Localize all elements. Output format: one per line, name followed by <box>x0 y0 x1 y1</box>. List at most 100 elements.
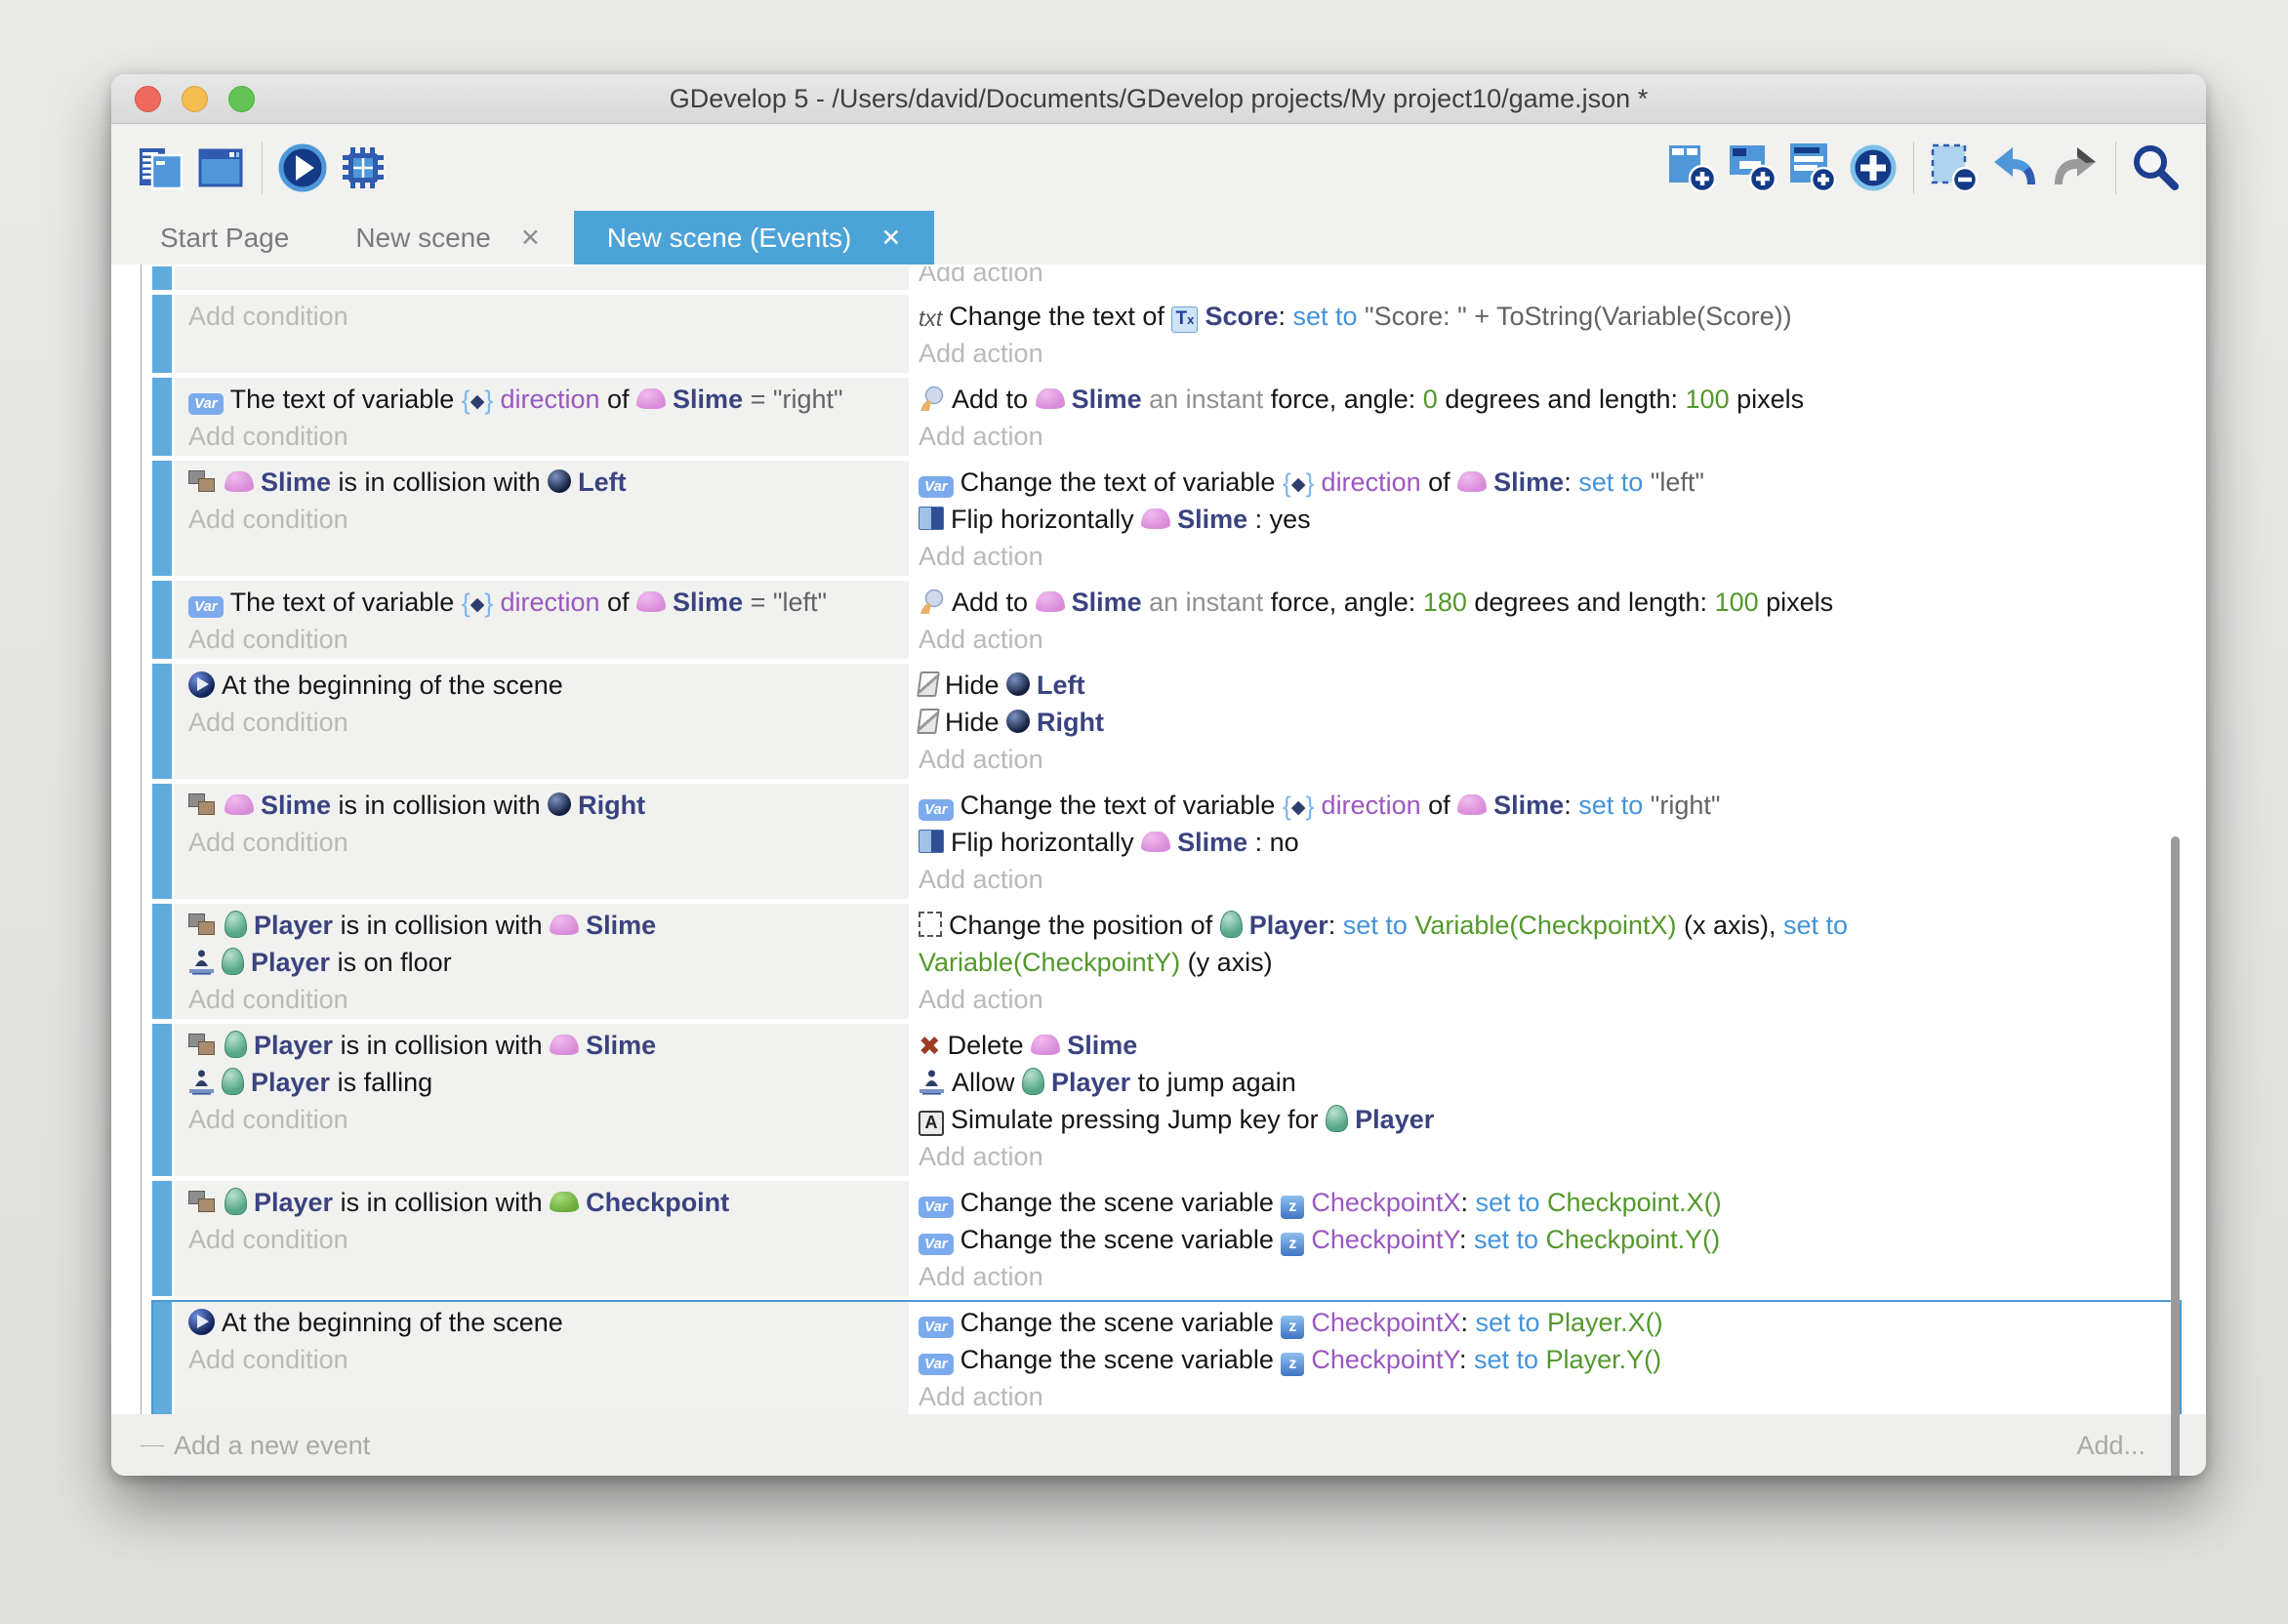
action-line[interactable]: VarChange the scene variable zCheckpoint… <box>919 1341 2173 1378</box>
event-row[interactable]: Slime is in collision with RightAdd cond… <box>152 784 2181 899</box>
add-condition-button[interactable]: Add condition <box>188 1221 903 1258</box>
add-condition-button[interactable]: Add condition <box>188 981 903 1018</box>
actions-cell[interactable]: VarChange the text of variable {◆}direct… <box>909 461 2181 576</box>
add-condition-button[interactable]: Add condition <box>188 1341 903 1378</box>
actions-cell[interactable]: Add to Slime an instant force, angle: 0 … <box>909 378 2181 456</box>
action-line[interactable]: ✖Delete Slime <box>919 1027 2173 1064</box>
add-action-button[interactable]: Add action <box>919 418 2173 455</box>
add-condition-button[interactable]: Add condition <box>188 501 903 538</box>
scene-editor-icon[interactable] <box>191 138 252 198</box>
event-row[interactable]: Player is in collision with SlimePlayer … <box>152 904 2181 1019</box>
condition-line[interactable]: Player is on floor <box>188 944 903 981</box>
project-manager-icon[interactable] <box>131 138 191 198</box>
add-action-button[interactable]: Add action <box>919 538 2173 575</box>
actions-cell[interactable]: Add to Slime an instant force, angle: 18… <box>909 581 2181 659</box>
actions-cell[interactable]: Change the position of Player: set to Va… <box>909 904 2181 1019</box>
condition-line[interactable]: Player is in collision with Slime <box>188 907 903 944</box>
event-selection-bar[interactable] <box>152 581 172 659</box>
event-row[interactable]: At the beginning of the sceneAdd conditi… <box>152 1301 2181 1414</box>
play-icon[interactable] <box>272 138 333 198</box>
add-condition-button[interactable]: Add condition <box>188 298 903 335</box>
add-circle-icon[interactable] <box>1843 138 1903 198</box>
event-row[interactable]: VarThe text of variable {◆}direction of … <box>152 378 2181 456</box>
tab-close-icon[interactable]: ✕ <box>880 223 901 253</box>
action-line[interactable]: Allow Player to jump again <box>919 1064 2173 1101</box>
vertical-scrollbar[interactable] <box>2171 836 2180 1476</box>
condition-line[interactable]: VarThe text of variable {◆}direction of … <box>188 381 903 418</box>
undo-icon[interactable] <box>1984 138 2045 198</box>
add-action-button[interactable]: Add action <box>919 741 2173 778</box>
close-button[interactable] <box>135 86 161 112</box>
action-line[interactable]: VarChange the text of variable {◆}direct… <box>919 464 2173 501</box>
conditions-cell[interactable]: Player is in collision with CheckpointAd… <box>175 1181 909 1296</box>
search-icon[interactable] <box>2126 138 2186 198</box>
conditions-cell[interactable] <box>175 266 909 290</box>
event-selection-bar[interactable] <box>152 295 172 373</box>
conditions-cell[interactable]: Add condition <box>175 295 909 373</box>
add-action-button[interactable]: Add action <box>919 861 2173 898</box>
event-row[interactable]: Player is in collision with CheckpointAd… <box>152 1181 2181 1296</box>
event-selection-bar[interactable] <box>152 784 172 899</box>
action-line[interactable]: VarChange the scene variable zCheckpoint… <box>919 1221 2173 1258</box>
add-event-icon[interactable] <box>1661 138 1722 198</box>
condition-line[interactable]: At the beginning of the scene <box>188 1304 903 1341</box>
event-selection-bar[interactable] <box>152 461 172 576</box>
debug-icon[interactable] <box>333 138 393 198</box>
event-selection-bar[interactable] <box>152 378 172 456</box>
conditions-cell[interactable]: Player is in collision with SlimePlayer … <box>175 1024 909 1176</box>
add-subevent-icon[interactable] <box>1722 138 1782 198</box>
add-condition-button[interactable]: Add condition <box>188 704 903 741</box>
event-selection-bar[interactable] <box>152 904 172 1019</box>
event-row[interactable]: Slime is in collision with LeftAdd condi… <box>152 461 2181 576</box>
action-line[interactable]: Flip horizontally Slime : no <box>919 824 2173 861</box>
redo-icon[interactable] <box>2045 138 2105 198</box>
action-line[interactable]: Add to Slime an instant force, angle: 0 … <box>919 381 2173 418</box>
event-selection-bar[interactable] <box>152 664 172 779</box>
conditions-cell[interactable]: VarThe text of variable {◆}direction of … <box>175 581 909 659</box>
add-condition-button[interactable]: Add condition <box>188 621 903 658</box>
conditions-cell[interactable]: Player is in collision with SlimePlayer … <box>175 904 909 1019</box>
action-line[interactable]: txtChange the text of TxScore: set to "S… <box>919 298 2173 335</box>
event-row[interactable]: At the beginning of the sceneAdd conditi… <box>152 664 2181 779</box>
action-line[interactable]: Add to Slime an instant force, angle: 18… <box>919 584 2173 621</box>
event-selection-bar[interactable] <box>152 266 172 290</box>
add-action-button[interactable]: Add action <box>919 981 2173 1018</box>
actions-cell[interactable]: VarChange the scene variable zCheckpoint… <box>909 1181 2181 1296</box>
action-line[interactable]: Change the position of Player: set to Va… <box>919 907 2173 981</box>
actions-cell[interactable]: Hide LeftHide RightAdd action <box>909 664 2181 779</box>
action-line[interactable]: Hide Left <box>919 667 2173 704</box>
event-selection-bar[interactable] <box>152 1181 172 1296</box>
conditions-cell[interactable]: Slime is in collision with LeftAdd condi… <box>175 461 909 576</box>
condition-line[interactable]: Slime is in collision with Right <box>188 787 903 824</box>
tab-new-scene-events[interactable]: New scene (Events)✕ <box>574 211 935 264</box>
action-line[interactable]: Hide Right <box>919 704 2173 741</box>
condition-line[interactable]: At the beginning of the scene <box>188 667 903 704</box>
add-comment-icon[interactable] <box>1782 138 1843 198</box>
add-action-button[interactable]: Add action <box>919 1138 2173 1175</box>
add-action-button[interactable]: Add action <box>919 621 2173 658</box>
delete-event-icon[interactable] <box>1924 138 1984 198</box>
tab-close-icon[interactable]: ✕ <box>520 223 541 253</box>
event-row[interactable]: Player is in collision with SlimePlayer … <box>152 1024 2181 1176</box>
event-row[interactable]: Add action <box>152 266 2181 290</box>
add-action-button[interactable]: Add action <box>919 266 2173 290</box>
add-condition-button[interactable]: Add condition <box>188 1101 903 1138</box>
event-row[interactable]: VarThe text of variable {◆}direction of … <box>152 581 2181 659</box>
titlebar[interactable]: GDevelop 5 - /Users/david/Documents/GDev… <box>111 74 2206 124</box>
conditions-cell[interactable]: At the beginning of the sceneAdd conditi… <box>175 664 909 779</box>
actions-cell[interactable]: VarChange the scene variable zCheckpoint… <box>909 1301 2181 1414</box>
action-line[interactable]: VarChange the scene variable zCheckpoint… <box>919 1184 2173 1221</box>
action-line[interactable]: VarChange the scene variable zCheckpoint… <box>919 1304 2173 1341</box>
tab-new-scene[interactable]: New scene✕ <box>322 211 573 264</box>
condition-line[interactable]: Player is in collision with Slime <box>188 1027 903 1064</box>
action-line[interactable]: VarChange the text of variable {◆}direct… <box>919 787 2173 824</box>
actions-cell[interactable]: Add action <box>909 266 2181 290</box>
add-action-button[interactable]: Add action <box>919 335 2173 372</box>
add-action-button[interactable]: Add action <box>919 1258 2173 1295</box>
add-button[interactable]: Add... <box>2076 1431 2145 1461</box>
condition-line[interactable]: Slime is in collision with Left <box>188 464 903 501</box>
condition-line[interactable]: VarThe text of variable {◆}direction of … <box>188 584 903 621</box>
event-selection-bar[interactable] <box>152 1024 172 1176</box>
add-action-button[interactable]: Add action <box>919 1378 2173 1414</box>
event-row[interactable]: Add condition txtChange the text of TxSco… <box>152 295 2181 373</box>
